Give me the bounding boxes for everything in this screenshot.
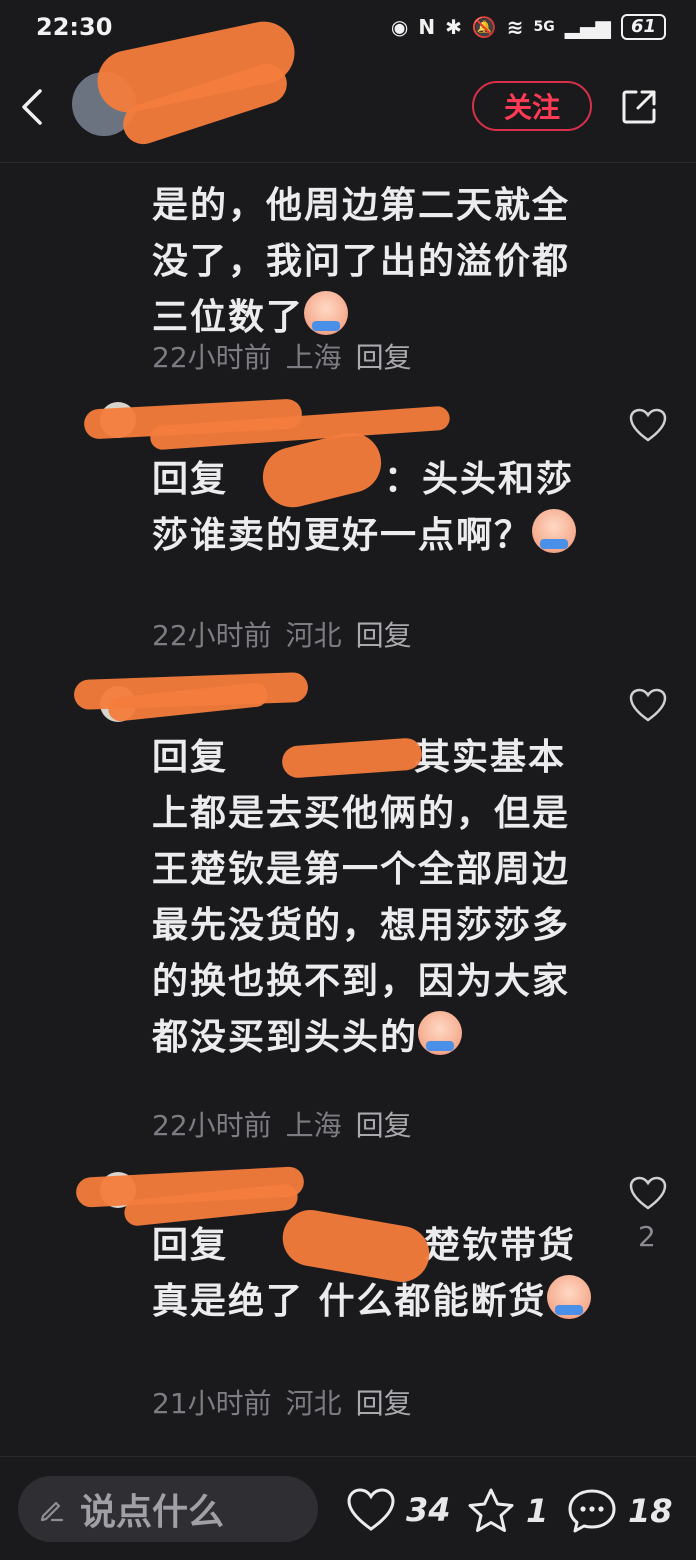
battery-indicator: 61 (620, 14, 666, 40)
reply-button[interactable]: 回复 (356, 1104, 412, 1144)
crying-emoji-icon (304, 291, 349, 335)
status-time: 22:30 (36, 13, 113, 41)
comment-meta: 21小时前 河北 回复 (152, 1382, 412, 1422)
status-icons: ◉ N ✱ 🔕 ≋ 5G ▂▄▆ 61 (391, 14, 666, 40)
comment-text: 回复 其实基本上都是去买他俩的，但是王楚钦是第一个全部周边最先没货的，想用莎莎多的… (152, 737, 571, 1058)
comment-meta: 22小时前 上海 回复 (152, 336, 412, 376)
comment-count: 18 (628, 1492, 673, 1530)
crying-emoji-icon (418, 1011, 463, 1055)
reply-button[interactable]: 回复 (356, 1382, 412, 1422)
comment-input[interactable]: 说点什么 (18, 1476, 318, 1542)
comment-time: 21小时前 (152, 1387, 272, 1420)
reply-prefix: 回复 (152, 1225, 229, 1266)
comment-time: 22小时前 (152, 619, 272, 652)
comment-location: 河北 (285, 1387, 342, 1420)
favorite-count: 1 (526, 1492, 549, 1530)
heart-icon[interactable] (628, 1174, 668, 1214)
nfc-icon: N (418, 15, 436, 39)
favorite-button[interactable]: 1 (466, 1487, 548, 1535)
bottom-action-bar: 说点什么 34 1 18 (0, 1456, 696, 1560)
reply-button[interactable]: 回复 (356, 336, 412, 376)
star-icon (468, 1488, 514, 1532)
comment-time: 22小时前 (152, 1109, 272, 1142)
comment-meta: 22小时前 河北 回复 (152, 614, 412, 654)
comment-text: 是的，他周边第二天就全没了，我问了出的溢价都三位数了 (152, 185, 571, 338)
chevron-left-icon (22, 89, 42, 125)
back-button[interactable] (14, 84, 50, 130)
crying-emoji-icon (532, 509, 577, 553)
heart-icon[interactable] (628, 686, 668, 726)
wifi-icon: ≋ (506, 15, 524, 39)
share-icon[interactable] (620, 88, 658, 126)
comment-meta: 22小时前 上海 回复 (152, 1104, 412, 1144)
comment-input-placeholder: 说点什么 (80, 1492, 225, 1533)
like-button[interactable]: 34 (346, 1487, 451, 1533)
comment-button[interactable]: 18 (566, 1487, 673, 1535)
heart-icon[interactable] (628, 406, 668, 446)
comment-location: 上海 (285, 1109, 342, 1142)
follow-button[interactable]: 关注 (472, 81, 592, 131)
reply-button[interactable]: 回复 (356, 614, 412, 654)
comment-time: 22小时前 (152, 341, 272, 374)
eye-icon: ◉ (390, 15, 409, 39)
reply-prefix: 回复 (152, 737, 229, 778)
heart-icon (347, 1488, 395, 1531)
bluetooth-icon: ✱ (445, 15, 462, 39)
signal-icon: ▂▄▆ (564, 15, 611, 39)
like-count: 34 (406, 1491, 451, 1529)
reply-prefix: 回复 (152, 459, 229, 500)
comment-location: 河北 (285, 619, 342, 652)
page-header: 关注 (0, 15, 696, 163)
pencil-icon (40, 1501, 64, 1522)
network-label: 5G (533, 19, 555, 35)
comment-location: 上海 (285, 341, 342, 374)
crying-emoji-icon (546, 1275, 591, 1319)
chat-bubble-icon (568, 1489, 616, 1533)
like-count: 2 (638, 1220, 656, 1253)
mute-icon: 🔕 (471, 15, 497, 39)
status-bar: 22:30 ◉ N ✱ 🔕 ≋ 5G ▂▄▆ 61 (0, 0, 696, 54)
